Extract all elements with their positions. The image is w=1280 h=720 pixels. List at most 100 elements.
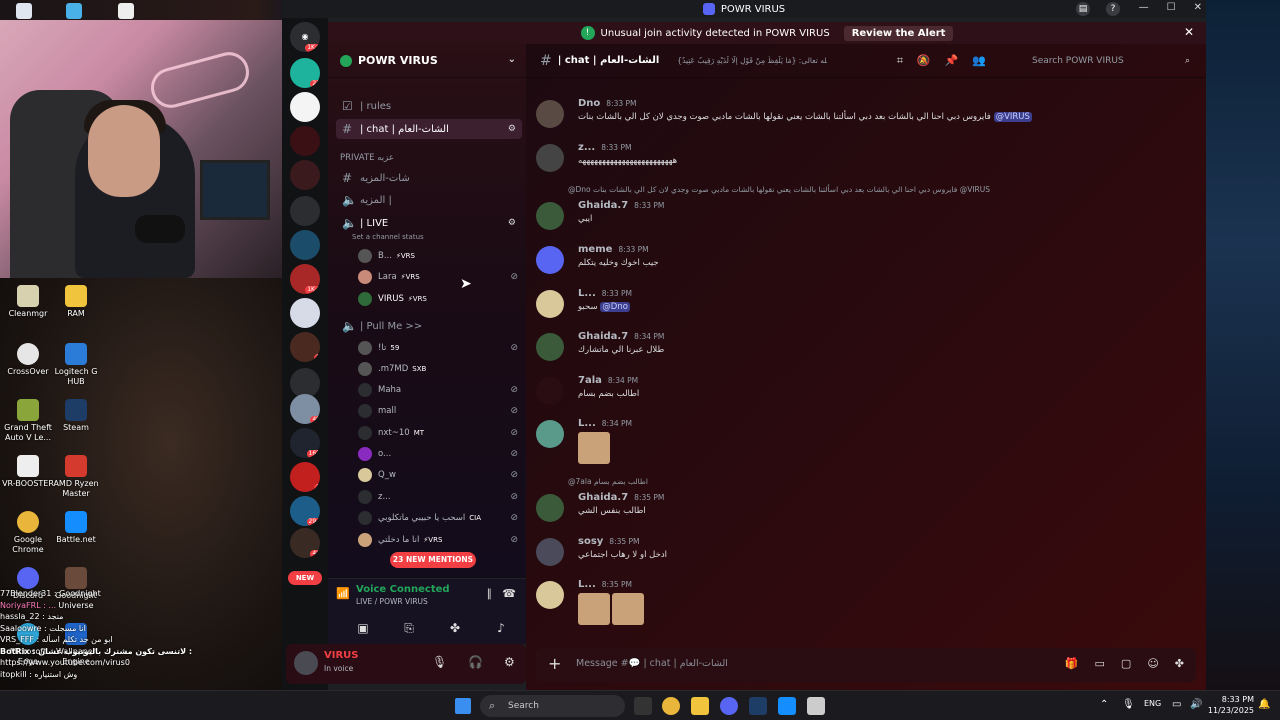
desktop-icon-logitech[interactable]: Logitech G HUB: [48, 343, 104, 387]
voice-user[interactable]: B... ⚡VRS: [358, 246, 518, 266]
image-attachment[interactable]: [578, 432, 610, 464]
desktop-icon-ram[interactable]: RAM: [48, 285, 104, 319]
dismiss-alert-icon[interactable]: ✕: [1184, 25, 1194, 39]
noise-suppression-icon[interactable]: ∥: [487, 587, 493, 600]
server-icon[interactable]: 23: [290, 58, 320, 88]
voice-user[interactable]: nxt~10 MT ⊘: [358, 423, 518, 443]
message-input[interactable]: Message #💬 | chat | الشات-العام: [576, 658, 728, 669]
voice-status[interactable]: Voice Connected: [356, 584, 450, 595]
pinned-icon[interactable]: 📌: [945, 54, 959, 68]
server-icon[interactable]: [290, 298, 320, 328]
network-icon[interactable]: ▭: [1172, 699, 1181, 710]
image-attachment[interactable]: [612, 593, 644, 625]
voice-user[interactable]: Maha ⊘: [358, 380, 518, 400]
recycle-bin-icon[interactable]: [16, 3, 32, 19]
channel-settings-icon[interactable]: ⚙: [508, 218, 516, 228]
voice-user[interactable]: Q_w ⊘: [358, 465, 518, 485]
server-icon[interactable]: 46: [290, 528, 320, 558]
user-mention[interactable]: @VIRUS: [993, 112, 1032, 122]
headphones-icon[interactable]: 🎧: [468, 655, 483, 669]
channel-status[interactable]: Set a channel status: [352, 233, 424, 241]
voice-user[interactable]: o... ⊘: [358, 444, 518, 464]
apps-icon[interactable]: ✤: [1175, 657, 1184, 670]
activities-icon[interactable]: ✤: [438, 617, 472, 639]
reply-preview[interactable]: @Dno فايروس دبي احنا الي بالشات بعد دبي …: [568, 185, 990, 194]
voice-user[interactable]: mall ⊘: [358, 401, 518, 421]
server-icon[interactable]: 1K+: [290, 264, 320, 294]
voice-user[interactable]: !تا 59 ⊘: [358, 338, 518, 358]
message-composer[interactable]: + Message #💬 | chat | الشات-العام 🎁 ▭ ▢ …: [536, 648, 1196, 682]
discord-taskbar-icon[interactable]: [720, 697, 738, 715]
message-author[interactable]: L... 8:35 PM: [578, 579, 632, 590]
category-private[interactable]: PRIVATE عزبه: [340, 153, 394, 163]
direct-messages-button[interactable]: ◉ 1K+: [290, 22, 320, 52]
notifications-icon[interactable]: 🔕: [917, 54, 931, 68]
windows-start-icon[interactable]: [455, 698, 471, 714]
image-attachment[interactable]: [578, 593, 610, 625]
message-author[interactable]: Ghaida.7 8:35 PM: [578, 492, 664, 503]
message-author[interactable]: z... 8:33 PM: [578, 142, 631, 153]
gift-icon[interactable]: 🎁: [1065, 657, 1079, 670]
voice-user[interactable]: VIRUS ⚡VRS: [358, 289, 518, 309]
channel-private-voice[interactable]: 🔈 المزيه |: [336, 190, 522, 210]
server-icon[interactable]: [290, 196, 320, 226]
chrome-icon[interactable]: [662, 697, 680, 715]
message-author[interactable]: L... 8:33 PM: [578, 288, 632, 299]
soundboard-icon[interactable]: ♪: [484, 617, 518, 639]
server-icon[interactable]: 294: [290, 496, 320, 526]
microphone-icon[interactable]: 🎙: [432, 655, 447, 669]
document-icon[interactable]: [118, 3, 134, 19]
voice-user[interactable]: .m7MD SXB: [358, 359, 518, 379]
chevron-down-icon[interactable]: ⌄: [508, 54, 516, 65]
server-icon[interactable]: 7: [290, 462, 320, 492]
microphone-tray-icon[interactable]: 🎙: [1122, 699, 1135, 710]
sticker-icon[interactable]: ▢: [1121, 657, 1131, 670]
clock[interactable]: 8:33 PM 11/23/2025: [1208, 694, 1254, 716]
channel-pull-me[interactable]: 🔈 | Pull Me >>: [336, 316, 522, 336]
add-attachment-icon[interactable]: +: [548, 654, 561, 673]
server-icon[interactable]: [290, 160, 320, 190]
emoji-icon[interactable]: ☺: [1147, 657, 1158, 670]
file-explorer-icon[interactable]: [691, 697, 709, 715]
channel-topic[interactable]: قال الله تعالى: {مَا يَلْفِظُ مِنْ قَوْل…: [677, 56, 827, 65]
steam-taskbar-icon[interactable]: [749, 697, 767, 715]
screen-share-icon[interactable]: ⎘: [392, 617, 426, 639]
disconnect-icon[interactable]: ☎: [502, 587, 516, 600]
server-icon[interactable]: [290, 92, 320, 122]
desktop-icon-amd[interactable]: AMD Ryzen Master: [48, 455, 104, 499]
channel-live[interactable]: 🔈 | LIVE ⚙: [336, 213, 522, 233]
app-taskbar-icon[interactable]: [807, 697, 825, 715]
message-author[interactable]: L... 8:34 PM: [578, 418, 632, 429]
battlenet-taskbar-icon[interactable]: [778, 697, 796, 715]
message-author[interactable]: 7ala 8:34 PM: [578, 375, 638, 386]
desktop-icon-battlenet[interactable]: Battle.net: [48, 511, 104, 545]
avatar[interactable]: [294, 651, 318, 675]
threads-icon[interactable]: ⌗: [897, 54, 903, 68]
channel-rules[interactable]: ☑ | rules: [336, 96, 522, 116]
desktop-icon-steam[interactable]: Steam: [48, 399, 104, 433]
message-author[interactable]: Dno 8:33 PM: [578, 98, 637, 109]
server-icon[interactable]: [290, 230, 320, 260]
server-icon[interactable]: [290, 126, 320, 156]
voice-location[interactable]: LIVE / POWR VIRUS: [356, 597, 428, 606]
new-mentions-pill[interactable]: 23 NEW MENTIONS: [390, 552, 476, 568]
channel-chat[interactable]: # | chat | الشات-العام ⚙: [336, 119, 522, 139]
notification-bell-icon[interactable]: 🔔: [1258, 699, 1270, 710]
channel-settings-icon[interactable]: ⚙: [508, 124, 516, 134]
server-icon[interactable]: 3: [290, 332, 320, 362]
maximize-button[interactable]: ☐: [1167, 2, 1176, 13]
search-input[interactable]: Search POWR VIRUS ⌕: [1026, 51, 1196, 71]
monitor-icon[interactable]: [66, 3, 82, 19]
gif-icon[interactable]: ▭: [1095, 657, 1105, 670]
server-icon[interactable]: 49: [290, 394, 320, 424]
language-indicator[interactable]: ENG: [1144, 699, 1161, 708]
close-button[interactable]: ✕: [1194, 2, 1202, 13]
reply-preview[interactable]: @7ala اطالب بضم بسام: [568, 477, 648, 486]
inbox-icon[interactable]: ▤: [1076, 2, 1090, 16]
channel-private-text[interactable]: # شات-المزيه: [336, 168, 522, 188]
voice-user[interactable]: اسحب يا حبيبي ماتكلوبي CIA ⊘: [358, 508, 518, 528]
message-author[interactable]: sosy 8:35 PM: [578, 536, 640, 547]
username[interactable]: VIRUS: [324, 650, 358, 661]
member-list-icon[interactable]: 👥: [972, 54, 986, 68]
voice-user[interactable]: Lara ⚡VRS ⊘: [358, 267, 518, 287]
